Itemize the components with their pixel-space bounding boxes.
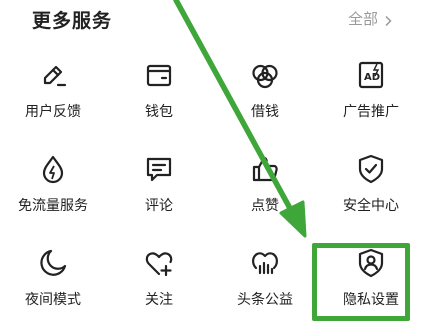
loan-icon [248,58,282,92]
charity-icon [248,246,282,280]
service-feedback[interactable]: 用户反馈 [0,44,106,138]
moon-icon [36,246,70,280]
service-security-center[interactable]: 安全中心 [318,138,424,232]
service-label: 广告推广 [343,104,399,120]
wallet-icon [142,58,176,92]
service-label: 免流量服务 [18,198,88,214]
service-label: 用户反馈 [25,104,81,120]
more-services-panel: 更多服务 全部 用户反馈 钱包 借钱 AD 广告推广 免流量服务 评论 点赞 安… [0,0,424,331]
service-free-data[interactable]: 免流量服务 [0,138,106,232]
heart-plus-icon [142,246,176,280]
comment-icon [142,152,176,186]
pencil-feedback-icon [36,58,70,92]
service-label: 隐私设置 [343,292,399,308]
service-ad-promotion[interactable]: AD 广告推广 [318,44,424,138]
shield-check-icon [354,152,388,186]
section-title: 更多服务 [32,10,113,32]
service-charity[interactable]: 头条公益 [212,232,318,326]
service-loan[interactable]: 借钱 [212,44,318,138]
service-label: 安全中心 [343,198,399,214]
service-label: 点赞 [251,198,279,214]
service-night-mode[interactable]: 夜间模式 [0,232,106,326]
service-label: 头条公益 [237,292,293,308]
section-header: 更多服务 全部 [0,0,424,42]
service-comment[interactable]: 评论 [106,138,212,232]
service-likes[interactable]: 点赞 [212,138,318,232]
privacy-shield-icon [354,246,388,280]
svg-text:AD: AD [364,72,380,83]
services-grid: 用户反馈 钱包 借钱 AD 广告推广 免流量服务 评论 点赞 安全中心 夜间模式… [0,44,424,331]
service-label: 借钱 [251,104,279,120]
service-privacy-settings[interactable]: 隐私设置 [318,232,424,326]
data-drop-icon [36,152,70,186]
see-all-link[interactable]: 全部 [348,8,394,29]
service-label: 夜间模式 [25,292,81,308]
service-wallet[interactable]: 钱包 [106,44,212,138]
service-label: 关注 [145,292,173,308]
ad-icon: AD [354,58,388,92]
chevron-right-icon [382,13,394,26]
service-label: 钱包 [145,104,173,120]
see-all-label: 全部 [347,10,378,28]
service-label: 评论 [145,198,173,214]
service-follow[interactable]: 关注 [106,232,212,326]
thumbs-up-icon [248,152,282,186]
